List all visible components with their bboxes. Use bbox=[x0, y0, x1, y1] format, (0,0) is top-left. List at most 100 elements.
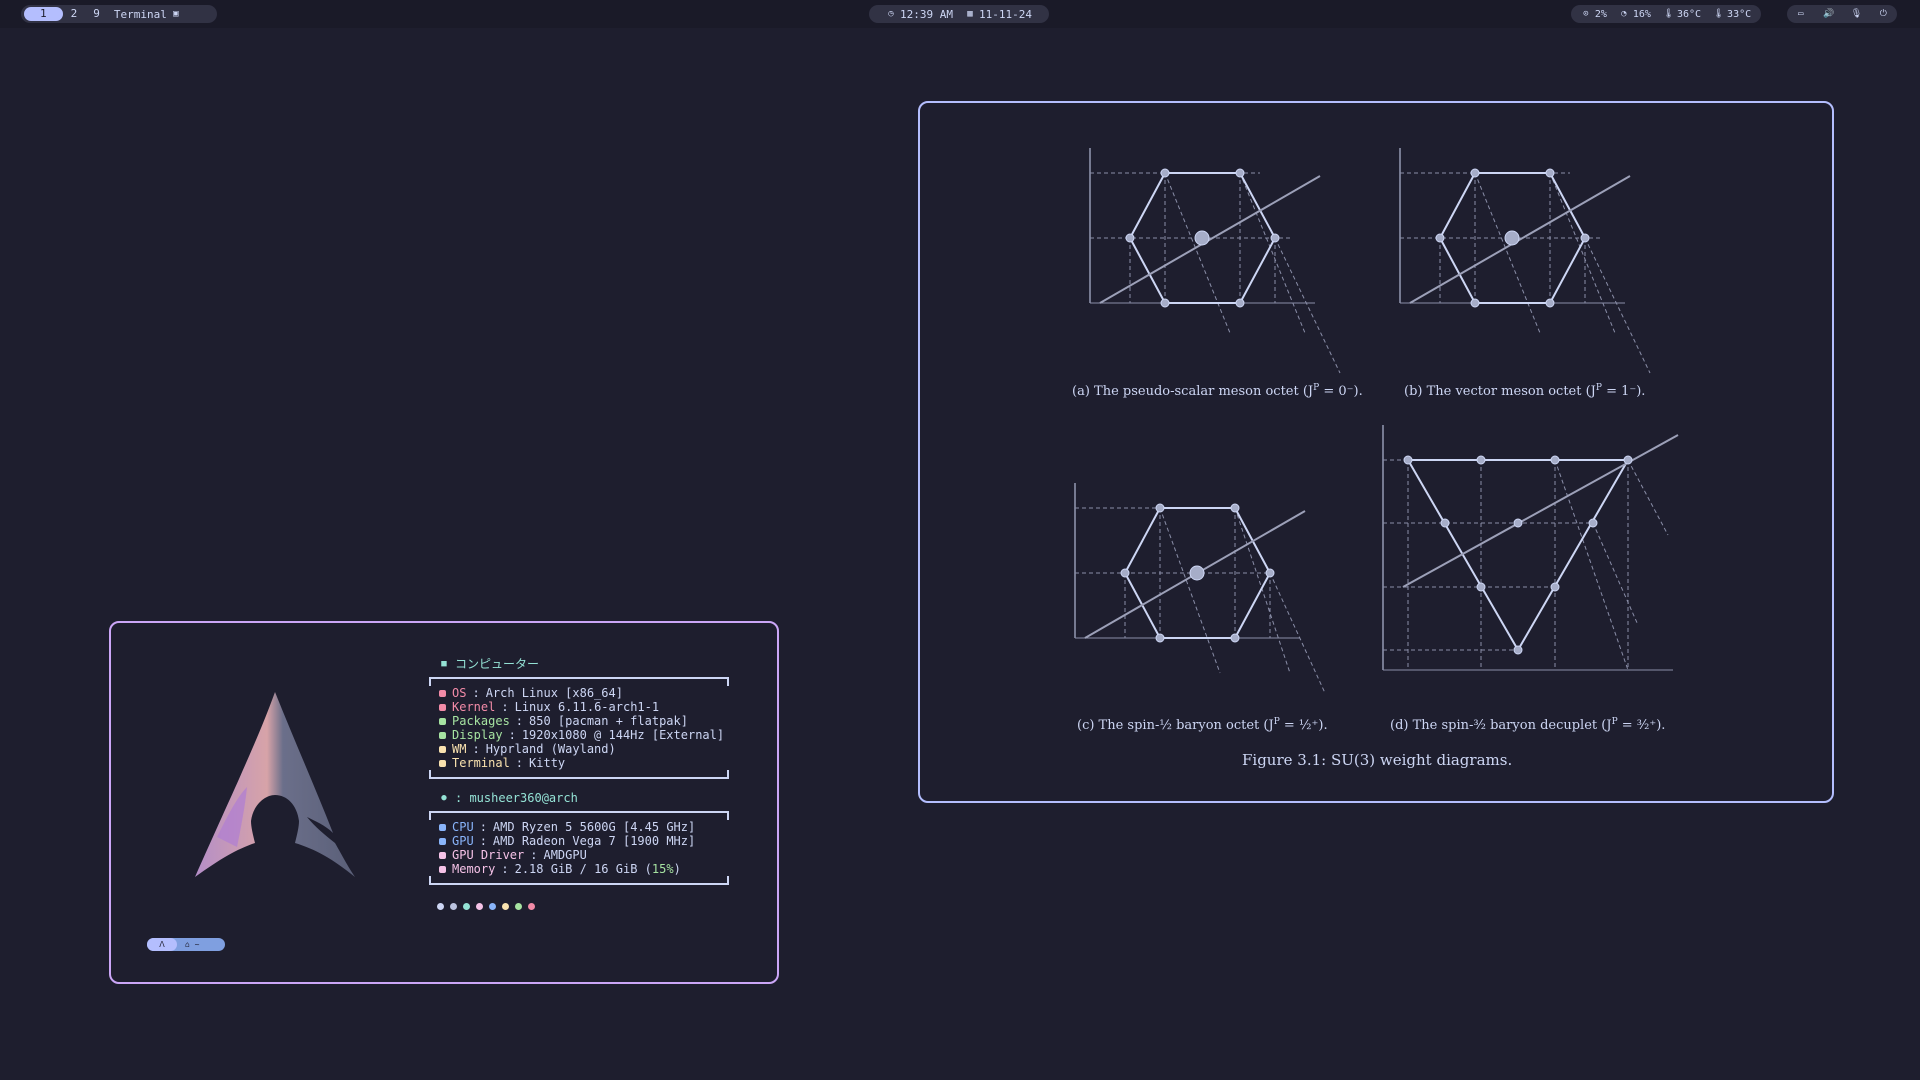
divider bbox=[429, 811, 729, 820]
home-icon: ⌂ ~ bbox=[185, 940, 200, 949]
palette-dot bbox=[463, 903, 470, 910]
info-row: WM: Hyprland (Wayland) bbox=[439, 742, 729, 756]
info-row-icon bbox=[439, 745, 446, 753]
clock-date[interactable]: 11-11-24 bbox=[979, 8, 1032, 21]
document-viewer-window[interactable]: (a) The pseudo-scalar meson octet (JP = … bbox=[918, 101, 1834, 803]
memory-percent: 15% bbox=[651, 862, 674, 876]
info-row-icon bbox=[439, 865, 446, 873]
info-value: 850 [pacman + flatpak] bbox=[529, 714, 688, 728]
info-row: OS: Arch Linux [x86_64] bbox=[439, 686, 729, 700]
workspace-2[interactable]: 2 bbox=[63, 7, 86, 21]
info-row-icon bbox=[439, 689, 446, 697]
palette-dot bbox=[437, 903, 444, 910]
info-row: GPU Driver: AMDGPU bbox=[439, 848, 729, 862]
diagram-d bbox=[1382, 425, 1679, 671]
fastfetch-output: ■ コンピューター OS: Arch Linux [x86_64] Kernel: L… bbox=[429, 657, 729, 910]
cpu-usage: 2% bbox=[1594, 8, 1607, 20]
thermometer-icon: 🌡 bbox=[1662, 9, 1675, 19]
palette-dot bbox=[515, 903, 522, 910]
diagram-c bbox=[1074, 483, 1326, 694]
info-key: OS bbox=[452, 686, 467, 700]
shell-prompt[interactable]: ᐱ ⌂ ~ bbox=[147, 938, 225, 951]
thermometer-icon: 🌡 bbox=[1713, 9, 1725, 19]
palette-dot bbox=[528, 903, 535, 910]
top-bar: 1 2 9 Terminal ▣ ◷ 12:39 AM ▦ 11-11-24 ⊙ 2%… bbox=[0, 0, 1920, 28]
info-value: AMD Radeon Vega 7 [1900 MHz] bbox=[492, 834, 696, 848]
screen-icon[interactable]: ▭ bbox=[1796, 9, 1806, 19]
power-icon[interactable]: ⏻ bbox=[1878, 9, 1888, 19]
info-key: GPU Driver bbox=[452, 848, 525, 862]
info-row: GPU: AMD Radeon Vega 7 [1900 MHz] bbox=[439, 834, 729, 848]
active-window: Terminal ▣ bbox=[114, 8, 181, 21]
info-key: Packages bbox=[452, 714, 510, 728]
info-row-icon bbox=[439, 823, 446, 831]
info-row-icon bbox=[439, 759, 446, 767]
info-row: Display:1920x1080 @ 144Hz [External] bbox=[439, 728, 729, 742]
cpu-icon: ⊙ bbox=[1583, 9, 1589, 19]
info-value: AMD Ryzen 5 5600G [4.45 GHz] bbox=[492, 820, 696, 834]
info-value: 1920x1080 @ 144Hz [External] bbox=[521, 728, 725, 742]
memory-icon: ◔ bbox=[1621, 9, 1627, 19]
info-value: Hyprland (Wayland) bbox=[485, 742, 616, 756]
info-row-icon bbox=[439, 703, 446, 711]
caption-d: (d) The spin-³⁄₂ baryon decuplet (JP = ³… bbox=[1390, 717, 1665, 733]
info-key: Display bbox=[452, 728, 503, 742]
caption-c: (c) The spin-½ baryon octet (JP = ½⁺). bbox=[1077, 717, 1328, 733]
temp-cpu: 36°C bbox=[1676, 8, 1702, 20]
info-key: Terminal bbox=[452, 756, 510, 770]
system-tray-pill: ▭ 🔊 🎙 ⏻ bbox=[1787, 5, 1897, 23]
divider bbox=[429, 876, 729, 885]
info-row-icon bbox=[439, 731, 446, 739]
info-value: AMDGPU bbox=[543, 848, 587, 862]
caption-a: (a) The pseudo-scalar meson octet (JP = … bbox=[1072, 383, 1363, 399]
info-key: GPU bbox=[452, 834, 474, 848]
user-host: : musheer360@arch bbox=[455, 791, 578, 805]
workspace-1[interactable]: 1 bbox=[24, 7, 63, 21]
info-value: 2.18 GiB / 16 GiB ( bbox=[514, 862, 652, 876]
workspace-pill: 1 2 9 Terminal ▣ bbox=[21, 5, 217, 23]
divider bbox=[429, 677, 729, 686]
clock-time[interactable]: 12:39 AM bbox=[900, 8, 953, 21]
info-key: WM bbox=[452, 742, 467, 756]
color-palette bbox=[437, 903, 729, 910]
stats-pill: ⊙ 2% ◔ 16% 🌡 36°C 🌡 33°C bbox=[1571, 5, 1761, 23]
figure-title: Figure 3.1: SU(3) weight diagrams. bbox=[1242, 751, 1512, 769]
info-row: Kernel: Linux 6.11.6-arch1-1 bbox=[439, 700, 729, 714]
info-row-icon bbox=[439, 837, 446, 845]
fetch-header: コンピューター bbox=[455, 657, 540, 671]
caption-b: (b) The vector meson octet (JP = 1⁻). bbox=[1404, 383, 1645, 399]
clock-icon: ◷ bbox=[888, 9, 894, 19]
divider bbox=[429, 770, 729, 779]
arch-logo bbox=[195, 692, 355, 877]
info-row-icon bbox=[439, 717, 446, 725]
info-value: Kitty bbox=[529, 756, 566, 770]
microphone-icon[interactable]: 🎙 bbox=[1851, 9, 1862, 19]
terminal-icon: ▣ bbox=[173, 9, 179, 19]
palette-dot bbox=[450, 903, 457, 910]
info-key: Memory bbox=[452, 862, 496, 876]
palette-dot bbox=[502, 903, 509, 910]
info-row: CPU: AMD Ryzen 5 5600G [4.45 GHz] bbox=[439, 820, 729, 834]
info-value: Arch Linux [x86_64] bbox=[485, 686, 623, 700]
user-icon: ● bbox=[441, 793, 447, 803]
computer-icon: ■ bbox=[441, 659, 447, 669]
diagram-a bbox=[1089, 148, 1341, 374]
clock-pill: ◷ 12:39 AM ▦ 11-11-24 bbox=[869, 5, 1049, 23]
info-row: Packages:850 [pacman + flatpak] bbox=[439, 714, 729, 728]
calendar-icon: ▦ bbox=[967, 9, 973, 19]
info-row-icon bbox=[439, 851, 446, 859]
diagram-b bbox=[1399, 148, 1651, 374]
info-key: CPU bbox=[452, 820, 474, 834]
info-key: Kernel bbox=[452, 700, 496, 714]
palette-dot bbox=[476, 903, 483, 910]
palette-dot bbox=[489, 903, 496, 910]
workspace-9[interactable]: 9 bbox=[85, 7, 108, 21]
su3-figure: (a) The pseudo-scalar meson octet (JP = … bbox=[1072, 148, 1679, 769]
active-window-title: Terminal bbox=[113, 7, 167, 21]
info-row: Memory:2.18 GiB / 16 GiB (15%) bbox=[439, 862, 729, 876]
mem-usage: 16% bbox=[1632, 8, 1651, 20]
volume-icon[interactable]: 🔊 bbox=[1823, 9, 1834, 19]
terminal-window[interactable]: ■ コンピューター OS: Arch Linux [x86_64] Kernel: L… bbox=[109, 621, 779, 984]
temp-gpu: 33°C bbox=[1727, 8, 1752, 20]
arch-prompt-icon: ᐱ bbox=[147, 938, 177, 951]
